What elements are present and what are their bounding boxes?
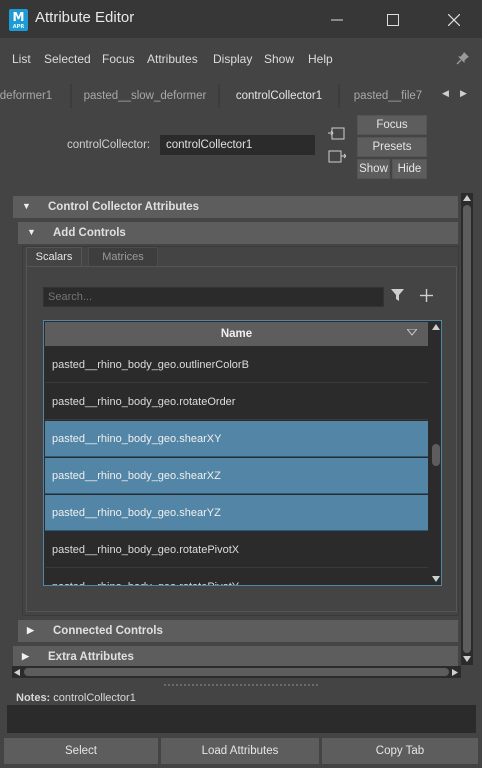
close-icon — [447, 13, 461, 26]
attributes-table: Name pasted__rhino_body_geo.outlinerColo… — [43, 320, 442, 586]
column-header-name[interactable]: Name — [45, 322, 428, 346]
menu-help[interactable]: Help — [308, 52, 333, 66]
menu-attributes[interactable]: Attributes — [147, 52, 198, 66]
minimize-icon — [331, 19, 343, 20]
scroll-left-icon[interactable] — [14, 669, 20, 676]
splitter-handle[interactable] — [163, 684, 319, 686]
node-name-label: controlCollector: — [67, 139, 151, 151]
notes-textarea[interactable] — [7, 705, 476, 733]
scroll-up-icon[interactable] — [432, 324, 440, 330]
table-row[interactable]: pasted__rhino_body_geo.rotatePivotY — [45, 569, 428, 585]
scroll-down-icon[interactable] — [432, 576, 440, 582]
section-label: Connected Controls — [53, 625, 163, 637]
table-row[interactable]: pasted__rhino_body_geo.rotatePivotX — [45, 532, 428, 568]
notes-node-name: controlCollector1 — [53, 692, 136, 704]
select-button[interactable]: Select — [4, 738, 158, 764]
control-collector-attributes-header[interactable]: ▼ Control Collector Attributes — [13, 196, 458, 218]
section-label: Control Collector Attributes — [48, 201, 199, 213]
minimize-button[interactable] — [309, 0, 365, 38]
sort-chevron-icon — [407, 329, 417, 336]
show-button[interactable]: Show — [357, 159, 390, 179]
tab-prev-icon[interactable]: ◀ — [442, 89, 449, 99]
horizontal-scroll-thumb[interactable] — [24, 668, 449, 676]
node-name-field[interactable] — [160, 135, 315, 155]
scroll-up-icon[interactable] — [463, 195, 471, 201]
pin-icon[interactable] — [456, 51, 470, 65]
presets-button[interactable]: Presets — [357, 137, 427, 157]
scroll-down-icon[interactable] — [463, 656, 471, 662]
maximize-icon — [387, 13, 399, 26]
tab-next-icon[interactable]: ▶ — [460, 89, 467, 99]
menu-show[interactable]: Show — [264, 52, 294, 66]
app-icon-sub: APR — [12, 24, 25, 30]
subtab-scalars[interactable]: Scalars — [26, 247, 82, 267]
menu-selected[interactable]: Selected — [44, 52, 91, 66]
tab-pasted-file7[interactable]: pasted__file7 — [340, 84, 436, 108]
notes-title: Notes: — [16, 692, 51, 704]
vertical-scroll-thumb[interactable] — [463, 205, 471, 653]
column-header-label: Name — [220, 328, 253, 340]
extra-attributes-header[interactable]: ▶ Extra Attributes — [13, 646, 458, 668]
menu-focus[interactable]: Focus — [102, 52, 135, 66]
maximize-button[interactable] — [365, 0, 421, 38]
add-controls-header[interactable]: ▼ Add Controls — [18, 222, 458, 244]
tab-deformer1[interactable]: deformer1 — [0, 84, 70, 108]
hide-button[interactable]: Hide — [392, 159, 427, 179]
collapse-arrow-icon: ▶ — [22, 651, 29, 661]
tab-pasted-slow-deformer[interactable]: pasted__slow_deformer — [72, 84, 218, 108]
filter-icon[interactable] — [391, 289, 404, 305]
input-connection-button[interactable] — [328, 126, 346, 142]
app-icon-letter: M — [12, 10, 25, 24]
copy-tab-button[interactable]: Copy Tab — [322, 738, 478, 764]
section-label: Add Controls — [53, 227, 126, 239]
close-button[interactable] — [426, 0, 482, 38]
load-attributes-button[interactable]: Load Attributes — [161, 738, 319, 764]
expand-arrow-icon: ▼ — [27, 227, 36, 237]
search-input[interactable] — [43, 287, 384, 307]
tab-control-collector1[interactable]: controlCollector1 — [220, 84, 338, 108]
node-tab-bar: deformer1 pasted__slow_deformer controlC… — [0, 84, 436, 108]
table-scroll-thumb[interactable] — [432, 444, 440, 466]
table-row[interactable]: pasted__rhino_body_geo.shearXZ — [45, 458, 428, 494]
focus-button[interactable]: Focus — [357, 115, 427, 135]
input-connection-icon — [328, 127, 345, 140]
table-scrollbar[interactable] — [430, 322, 441, 585]
window-title: Attribute Editor — [35, 9, 135, 26]
output-connection-icon — [328, 150, 347, 163]
maya-app-icon: M APR — [9, 9, 28, 31]
menu-display[interactable]: Display — [213, 52, 252, 66]
section-label: Extra Attributes — [48, 651, 134, 663]
table-row[interactable]: pasted__rhino_body_geo.outlinerColorB — [45, 347, 428, 383]
table-row[interactable]: pasted__rhino_body_geo.rotateOrder — [45, 384, 428, 420]
table-row[interactable]: pasted__rhino_body_geo.shearXY — [45, 421, 428, 457]
horizontal-scrollbar[interactable] — [12, 666, 461, 678]
notes-label: Notes: controlCollector1 — [16, 692, 136, 704]
vertical-scrollbar[interactable] — [461, 193, 473, 665]
subtab-matrices[interactable]: Matrices — [88, 247, 158, 267]
add-icon[interactable] — [420, 289, 433, 305]
expand-arrow-icon: ▼ — [22, 201, 31, 211]
connected-controls-header[interactable]: ▶ Connected Controls — [18, 620, 458, 642]
scroll-right-icon[interactable] — [452, 669, 458, 676]
menu-list[interactable]: List — [12, 52, 31, 66]
table-row[interactable]: pasted__rhino_body_geo.shearYZ — [45, 495, 428, 531]
output-connection-button[interactable] — [328, 149, 347, 165]
collapse-arrow-icon: ▶ — [27, 625, 34, 635]
